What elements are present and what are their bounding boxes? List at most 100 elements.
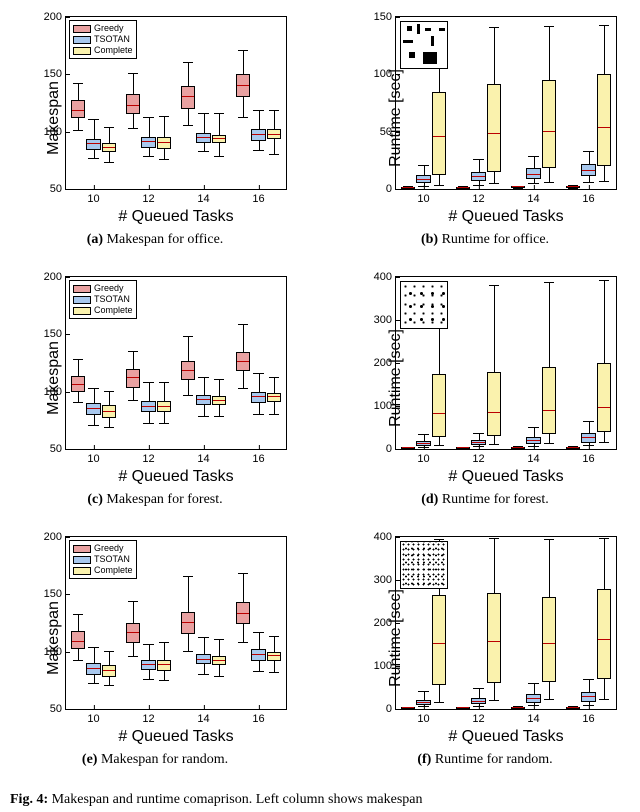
caption-a: (a) Makespan for office.: [87, 232, 224, 248]
box-tsotan: [196, 133, 211, 143]
y-tick: 150: [44, 588, 66, 600]
x-tick: 16: [582, 709, 594, 725]
y-axis-label: Makespan: [45, 341, 63, 415]
legend-label-tsotan: TSOTAN: [94, 294, 130, 305]
caption-c: (c) Makespan for forest.: [87, 492, 222, 508]
box-tsotan: [471, 440, 486, 445]
box-complete: [487, 84, 502, 172]
box-complete: [487, 372, 502, 437]
x-tick: 12: [472, 709, 484, 725]
box-greedy: [566, 447, 581, 449]
x-tick: 12: [142, 449, 154, 465]
map-inset-office: [400, 21, 448, 69]
y-tick: 150: [374, 11, 396, 23]
map-inset-forest: [400, 281, 448, 329]
box-greedy: [236, 352, 251, 371]
box-tsotan: [581, 433, 596, 443]
x-tick: 16: [582, 189, 594, 205]
legend-swatch-complete: [73, 307, 91, 315]
subplot-a: 5010015020010121416GreedyTSOTANCompleteM…: [4, 8, 306, 262]
legend-label-tsotan: TSOTAN: [94, 554, 130, 565]
caption-b: (b) Runtime for office.: [421, 232, 549, 248]
y-tick: 0: [386, 183, 396, 195]
box-complete: [487, 593, 502, 683]
x-axis-label: # Queued Tasks: [395, 208, 617, 226]
box-tsotan: [471, 698, 486, 704]
box-greedy: [236, 602, 251, 624]
plot-a: 5010015020010121416GreedyTSOTANCompleteM…: [15, 8, 295, 228]
x-axis-label: # Queued Tasks: [65, 208, 287, 226]
box-tsotan: [86, 403, 101, 414]
box-greedy: [456, 187, 471, 189]
caption-d: (d) Runtime for forest.: [421, 492, 549, 508]
x-axis-label: # Queued Tasks: [65, 728, 287, 746]
x-tick: 14: [197, 189, 209, 205]
y-tick: 50: [50, 703, 66, 715]
subplot-b: 05010015010121416Runtime [sec]# Queued T…: [334, 8, 636, 262]
legend-label-greedy: Greedy: [94, 23, 124, 34]
y-tick: 200: [44, 531, 66, 543]
box-tsotan: [526, 168, 541, 178]
y-tick: 0: [386, 703, 396, 715]
y-tick: 300: [374, 314, 396, 326]
plot-f: 010020030040010121416Runtime [sec]# Queu…: [345, 528, 625, 748]
x-tick: 16: [252, 709, 264, 725]
box-complete: [212, 135, 227, 143]
plot-b: 05010015010121416Runtime [sec]# Queued T…: [345, 8, 625, 228]
box-complete: [102, 665, 117, 676]
box-tsotan: [86, 663, 101, 674]
x-tick: 12: [142, 189, 154, 205]
box-complete: [212, 396, 227, 405]
box-tsotan: [196, 654, 211, 664]
y-tick: 150: [44, 68, 66, 80]
box-tsotan: [141, 401, 156, 412]
box-greedy: [511, 447, 526, 449]
y-axis-label: Makespan: [45, 601, 63, 675]
y-tick: 200: [44, 11, 66, 23]
legend-swatch-complete: [73, 567, 91, 575]
x-tick: 14: [527, 709, 539, 725]
box-complete: [597, 74, 612, 166]
x-tick: 16: [582, 449, 594, 465]
box-tsotan: [526, 694, 541, 703]
box-complete: [267, 652, 282, 661]
x-axis-label: # Queued Tasks: [65, 468, 287, 486]
box-tsotan: [141, 137, 156, 147]
y-axis-label: Runtime [sec]: [387, 329, 405, 427]
box-complete: [157, 660, 172, 671]
box-tsotan: [251, 392, 266, 403]
y-tick: 400: [374, 271, 396, 283]
y-tick: 400: [374, 531, 396, 543]
legend-label-complete: Complete: [94, 305, 133, 316]
box-complete: [102, 405, 117, 418]
legend-swatch-greedy: [73, 25, 91, 33]
x-axis-label: # Queued Tasks: [395, 728, 617, 746]
box-complete: [597, 363, 612, 432]
box-greedy: [566, 186, 581, 188]
caption-f: (f) Runtime for random.: [417, 752, 552, 768]
box-complete: [542, 597, 557, 682]
x-tick: 14: [527, 449, 539, 465]
box-tsotan: [416, 441, 431, 445]
legend-swatch-tsotan: [73, 36, 91, 44]
legend-swatch-tsotan: [73, 296, 91, 304]
y-axis-label: Runtime [sec]: [387, 589, 405, 687]
y-tick: 200: [44, 271, 66, 283]
box-complete: [542, 367, 557, 434]
y-tick: 50: [50, 183, 66, 195]
box-tsotan: [196, 395, 211, 405]
box-complete: [542, 80, 557, 168]
x-tick: 12: [142, 709, 154, 725]
box-greedy: [181, 361, 196, 380]
y-tick: 150: [44, 328, 66, 340]
x-tick: 10: [417, 189, 429, 205]
x-tick: 12: [472, 189, 484, 205]
plot-e: 5010015020010121416GreedyTSOTANCompleteM…: [15, 528, 295, 748]
plot-d: 010020030040010121416Runtime [sec]# Queu…: [345, 268, 625, 488]
subplot-d: 010020030040010121416Runtime [sec]# Queu…: [334, 268, 636, 522]
box-complete: [212, 656, 227, 665]
figure-grid: 5010015020010121416GreedyTSOTANCompleteM…: [4, 8, 636, 808]
box-greedy: [511, 186, 526, 188]
x-axis-label: # Queued Tasks: [395, 468, 617, 486]
box-greedy: [181, 612, 196, 635]
